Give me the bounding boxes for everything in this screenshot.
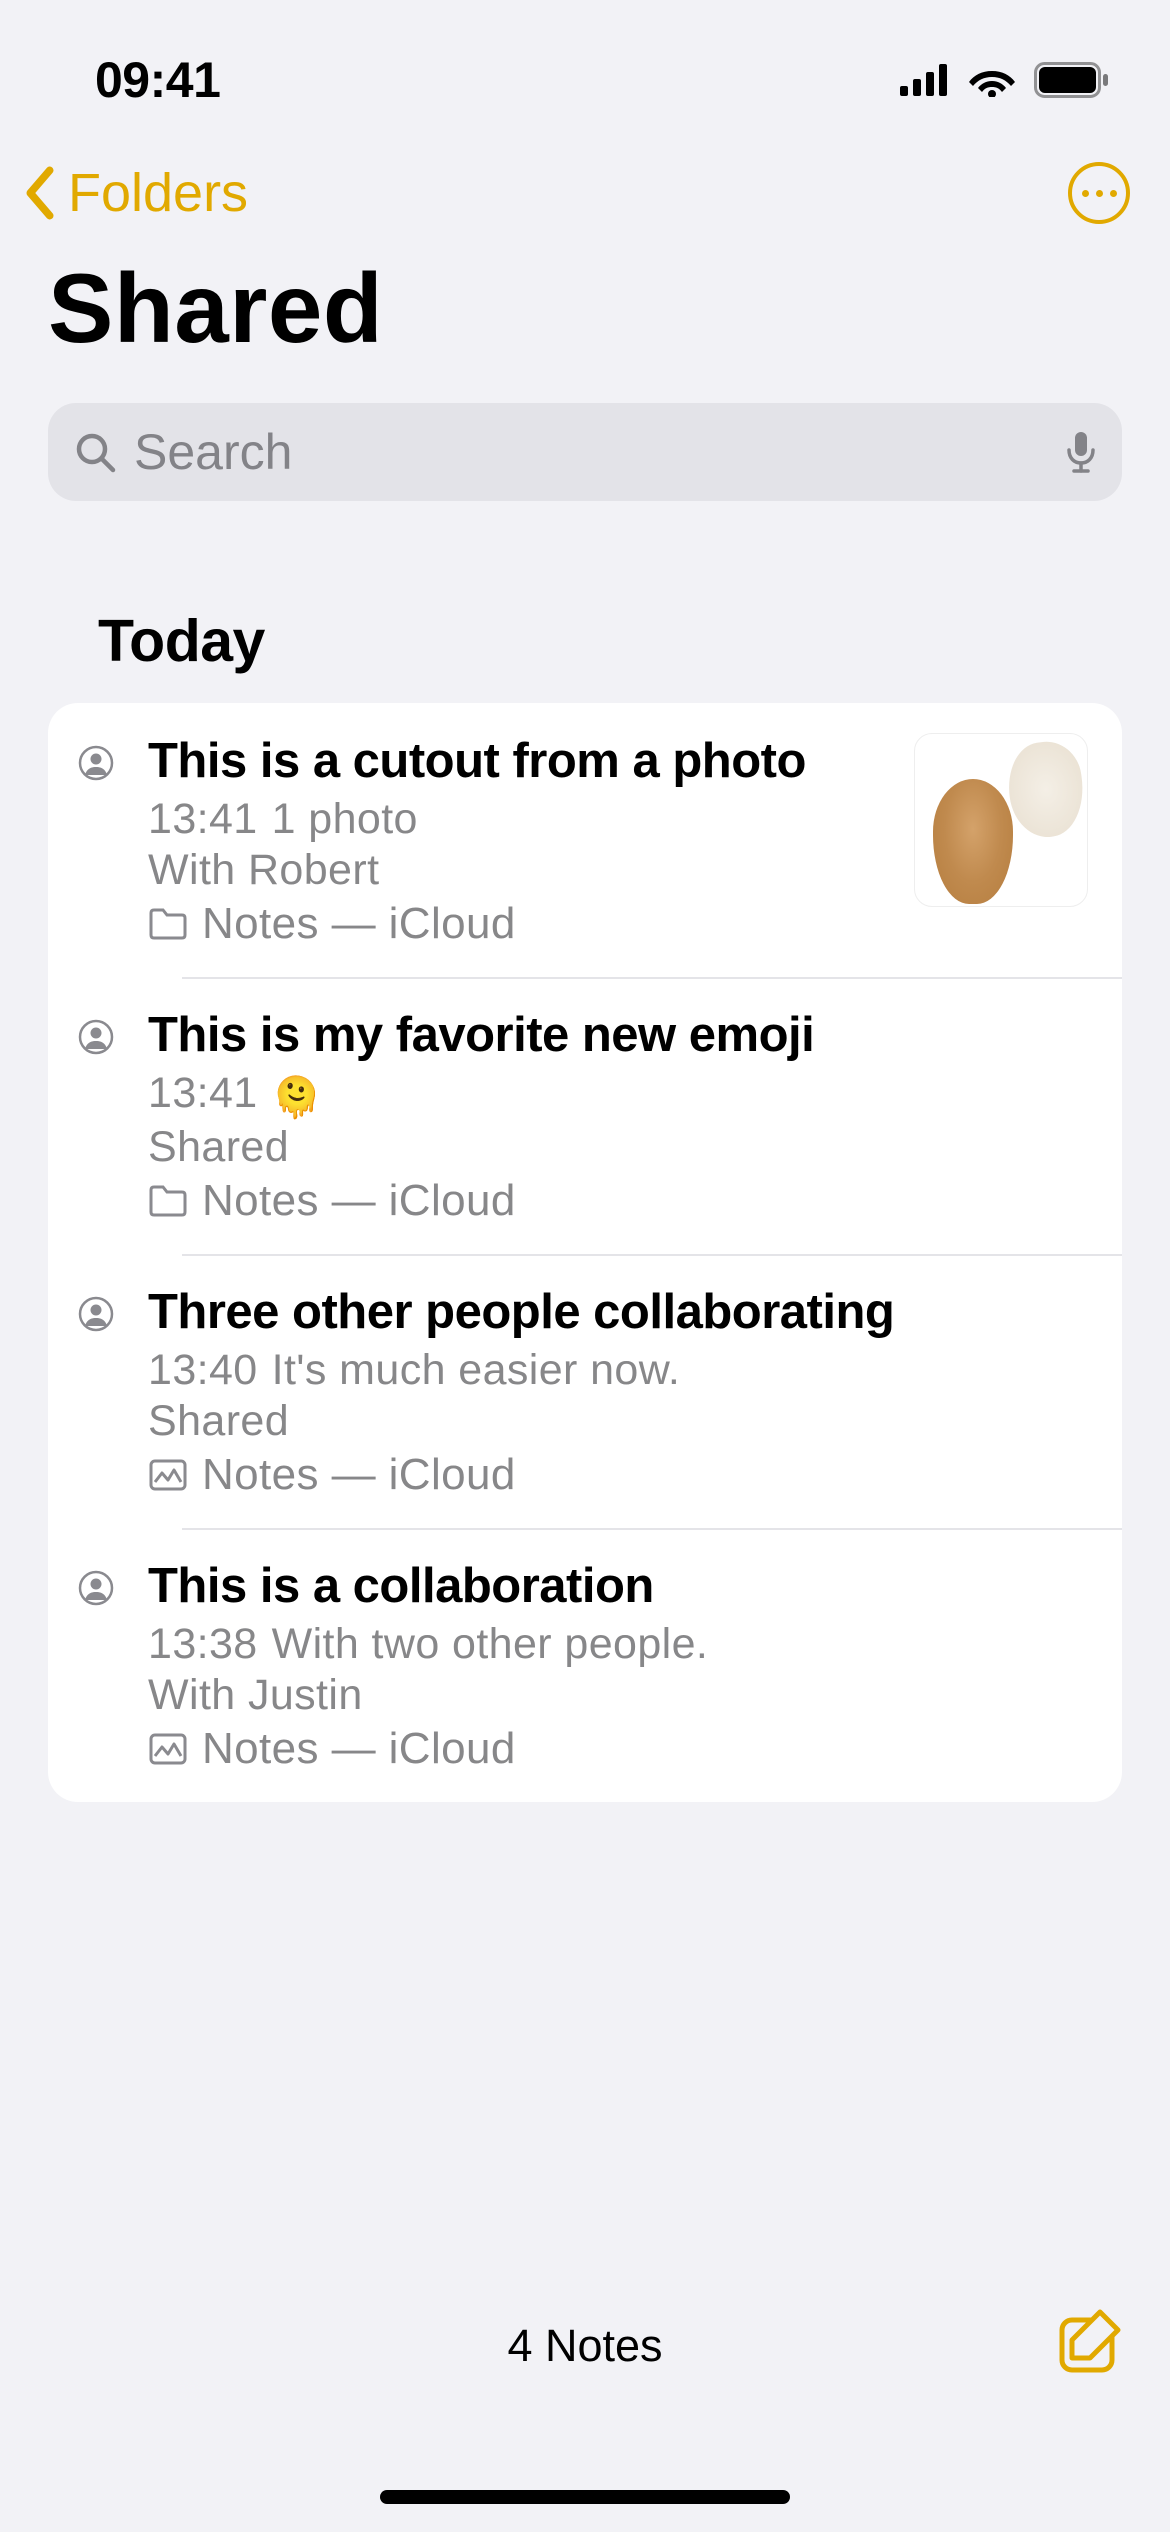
note-content: This is my favorite new emoji 13:41 🫠 Sha… [148,1007,1088,1226]
note-content: Three other people collaborating 13:40 It… [148,1284,1088,1500]
note-meta: 13:40 It's much easier now. [148,1346,1088,1395]
note-item[interactable]: This is my favorite new emoji 13:41 🫠 Sha… [48,977,1122,1254]
note-item[interactable]: Three other people collaborating 13:40 It… [48,1254,1122,1528]
note-content: This is a collaboration 13:38 With two ot… [148,1558,1088,1774]
person-circle-icon [78,1019,114,1055]
note-meta: 13:38 With two other people. [148,1620,1088,1669]
status-icons [900,62,1110,98]
note-content: This is a cutout from a photo 13:41 1 pho… [148,733,894,949]
ellipsis-icon [1082,190,1089,197]
note-location: Notes — iCloud [148,1450,1088,1500]
note-time: 13:38 [148,1620,258,1668]
note-preview-emoji: 🫠 [272,1076,322,1120]
nav-bar: Folders [0,120,1170,234]
note-location: Notes — iCloud [148,899,894,949]
note-time: 13:41 [148,1069,258,1117]
note-location: Notes — iCloud [148,1176,1088,1226]
note-shared-with: Shared [148,1123,1088,1172]
note-item[interactable]: This is a collaboration 13:38 With two ot… [48,1528,1122,1802]
gallery-icon [148,1732,188,1766]
person-circle-icon [78,745,114,781]
wifi-icon [968,63,1016,97]
note-preview: With two other people. [272,1620,709,1668]
note-meta: 13:41 1 photo [148,795,894,844]
note-meta: 13:41 🫠 [148,1069,1088,1121]
folder-icon [148,1184,188,1218]
cellular-icon [900,64,950,96]
note-title: Three other people collaborating [148,1284,1088,1340]
page-title: Shared [0,234,1170,385]
notes-list: This is a cutout from a photo 13:41 1 pho… [48,703,1122,1802]
note-preview: 1 photo [272,795,418,843]
note-shared-with: Shared [148,1397,1088,1446]
person-circle-icon [78,1296,114,1332]
search-placeholder: Search [134,423,1048,481]
person-circle-icon [78,1570,114,1606]
note-shared-with: With Robert [148,846,894,895]
note-time: 13:41 [148,795,258,843]
back-button[interactable]: Folders [20,162,248,224]
note-location-text: Notes — iCloud [202,899,516,949]
folder-icon [148,907,188,941]
gallery-icon [148,1458,188,1492]
note-title: This is my favorite new emoji [148,1007,1088,1063]
compose-button[interactable] [1056,2308,1124,2376]
note-title: This is a collaboration [148,1558,1088,1614]
status-time: 09:41 [95,51,220,109]
search-input[interactable]: Search [48,403,1122,501]
note-location: Notes — iCloud [148,1724,1088,1774]
note-thumbnail [914,733,1088,907]
section-header: Today [0,501,1170,703]
more-button[interactable] [1068,162,1130,224]
note-preview: It's much easier now. [272,1346,681,1394]
home-indicator[interactable] [380,2490,790,2504]
note-shared-with: With Justin [148,1671,1088,1720]
search-icon [74,431,116,473]
microphone-icon[interactable] [1066,430,1096,474]
note-location-text: Notes — iCloud [202,1724,516,1774]
battery-icon [1034,62,1110,98]
status-bar: 09:41 [0,0,1170,120]
chevron-left-icon [20,166,60,220]
note-item[interactable]: This is a cutout from a photo 13:41 1 pho… [48,703,1122,977]
note-location-text: Notes — iCloud [202,1176,516,1226]
note-location-text: Notes — iCloud [202,1450,516,1500]
note-time: 13:40 [148,1346,258,1394]
note-title: This is a cutout from a photo [148,733,894,789]
notes-count: 4 Notes [507,2320,662,2372]
back-label: Folders [68,162,248,224]
